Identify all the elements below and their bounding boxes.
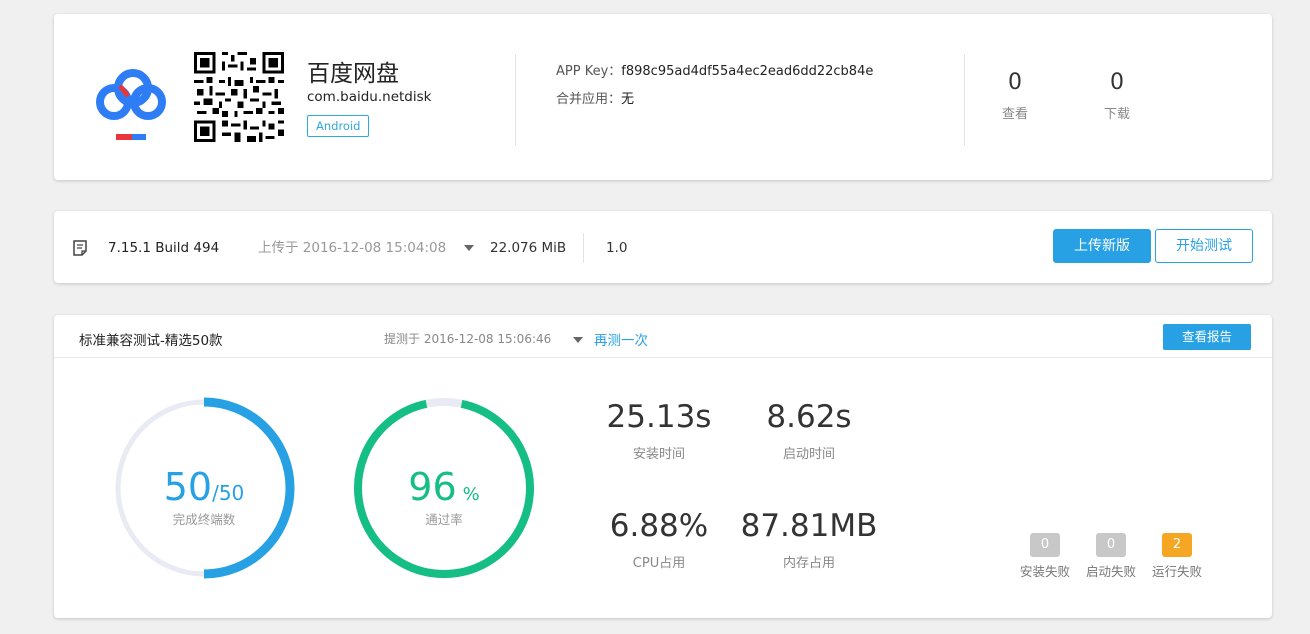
merge-app-row: 合并应用：无 <box>556 88 634 107</box>
app-key-row: APP Key：f898c95ad4df55a4ec2ead6dd22cb84e <box>556 60 873 79</box>
divider <box>515 54 516 146</box>
test-result-card: 标准兼容测试-精选50款 提测于 2016-12-08 15:06:46 再测一… <box>54 315 1272 618</box>
upload-time: 上传于 2016-12-08 15:04:08 <box>258 240 447 256</box>
downloads-count: 0 <box>1110 70 1124 95</box>
build-card: 7.15.1 Build 494 上传于 2016-12-08 15:04:08… <box>54 211 1272 283</box>
app-key-value: f898c95ad4df55a4ec2ead6dd22cb84e <box>621 64 874 79</box>
platform-badge: Android <box>307 115 370 137</box>
divider <box>583 233 584 263</box>
run-fail-badge: 2 <box>1162 533 1192 557</box>
retest-link[interactable]: 再测一次 <box>594 329 648 349</box>
app-name: 百度网盘 <box>307 61 399 87</box>
pass-rate-unit: % <box>462 484 480 505</box>
pass-rate-value: 96 <box>408 465 457 509</box>
install-time-value: 25.13s <box>606 399 712 435</box>
upload-time-dropdown[interactable]: 上传于 2016-12-08 15:04:08 <box>258 240 475 256</box>
downloads-stat: 0 下载 <box>1077 70 1157 122</box>
completed-ring-text: 50/50 完成终端数 <box>114 465 294 528</box>
app-key-label: APP Key： <box>556 64 622 79</box>
views-count: 0 <box>1008 70 1022 95</box>
merge-app-label: 合并应用： <box>556 92 622 107</box>
install-fail-stat: 0 安装失败 <box>1015 533 1075 580</box>
install-fail-label: 安装失败 <box>1019 564 1070 579</box>
start-test-button[interactable]: 开始测试 <box>1155 229 1253 263</box>
version-code: 1.0 <box>606 240 628 256</box>
launch-fail-stat: 0 启动失败 <box>1081 533 1141 580</box>
pass-rate-ring-text: 96% 通过率 <box>354 465 534 528</box>
pass-rate-label: 通过率 <box>425 512 463 527</box>
build-size: 22.076 MiB <box>490 240 567 256</box>
memory-label: 内存占用 <box>782 556 835 571</box>
downloads-label: 下载 <box>1103 107 1130 122</box>
merge-app-value: 无 <box>621 92 635 107</box>
install-fail-badge: 0 <box>1030 533 1060 557</box>
completed-count: 50 <box>163 465 213 509</box>
caret-down-icon <box>573 336 584 343</box>
cpu-label: CPU占用 <box>632 556 686 571</box>
build-version: 7.15.1 Build 494 <box>108 240 220 256</box>
submit-time-dropdown[interactable]: 提测于 2016-12-08 15:06:46 <box>384 330 584 347</box>
launch-time-metric: 8.62s 启动时间 <box>729 399 889 462</box>
cpu-value: 6.88% <box>609 508 709 544</box>
app-package: com.baidu.netdisk <box>307 89 432 105</box>
install-time-label: 安装时间 <box>632 447 685 462</box>
test-header: 标准兼容测试-精选50款 提测于 2016-12-08 15:06:46 再测一… <box>54 315 1272 358</box>
upload-new-version-button[interactable]: 上传新版 <box>1053 229 1151 263</box>
app-info-card: 百度网盘 com.baidu.netdisk Android APP Key：f… <box>54 14 1272 180</box>
run-fail-label: 运行失败 <box>1151 564 1202 579</box>
memory-metric: 87.81MB 内存占用 <box>729 508 889 571</box>
completed-label: 完成终端数 <box>172 512 236 527</box>
submit-time: 提测于 2016-12-08 15:06:46 <box>384 332 552 346</box>
caret-down-icon <box>464 245 475 251</box>
document-icon <box>73 240 87 256</box>
test-title: 标准兼容测试-精选50款 <box>79 333 223 349</box>
install-time-metric: 25.13s 安装时间 <box>579 399 739 462</box>
cpu-metric: 6.88% CPU占用 <box>579 508 739 571</box>
launch-fail-label: 启动失败 <box>1085 564 1136 579</box>
views-stat: 0 查看 <box>975 70 1055 122</box>
view-report-button[interactable]: 查看报告 <box>1163 324 1251 350</box>
run-fail-stat: 2 运行失败 <box>1147 533 1207 580</box>
divider <box>964 54 965 146</box>
launch-time-label: 启动时间 <box>782 447 835 462</box>
qr-code-icon <box>194 52 284 142</box>
views-label: 查看 <box>1001 107 1028 122</box>
memory-value: 87.81MB <box>740 508 878 544</box>
completed-total: /50 <box>212 481 245 505</box>
baidu-cloud-logo-icon <box>96 69 166 140</box>
launch-time-value: 8.62s <box>766 399 852 435</box>
launch-fail-badge: 0 <box>1096 533 1126 557</box>
